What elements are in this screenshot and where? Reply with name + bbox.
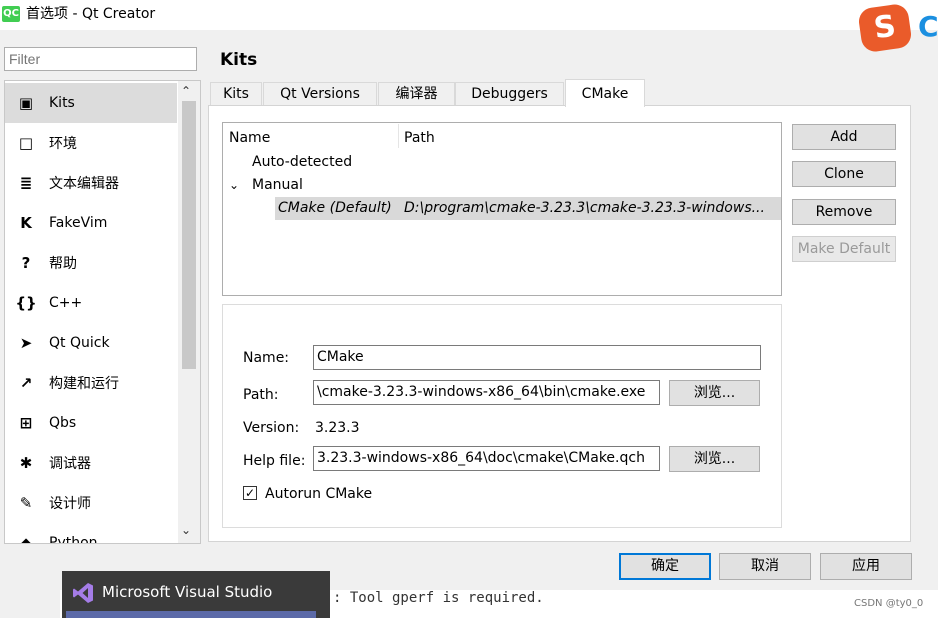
nav-item-python[interactable]: ◆ Python: [5, 523, 177, 544]
group-auto-detected[interactable]: Auto-detected: [252, 152, 352, 172]
qt-quick-icon: ➤: [19, 334, 33, 352]
nav-item-fakevim[interactable]: K FakeVim: [5, 203, 177, 243]
nav-item-label: 帮助: [49, 256, 77, 272]
qt-creator-app-icon: QC: [2, 6, 20, 22]
nav-item-label: 文本编辑器: [49, 176, 119, 192]
preferences-category-list[interactable]: ▣ Kits □ 环境 ≣ 文本编辑器 K FakeVim? 帮助 {} C++ ➤ Qt Quick ↗…: [4, 80, 201, 544]
expand-chevron-icon[interactable]: ⌄: [229, 175, 239, 195]
tool-row-path: D:\program\cmake-3.23.3\cmake-3.23.3-win…: [404, 200, 765, 216]
nav-item-label: Qbs: [49, 415, 77, 431]
nav-item-monitor[interactable]: □ 环境: [5, 123, 177, 163]
add-button[interactable]: Add: [792, 124, 896, 150]
visual-studio-icon: [73, 583, 93, 603]
tab-qt-versions[interactable]: Qt Versions: [263, 82, 377, 106]
fakevim-icon: K: [20, 214, 32, 232]
nav-item-label: 构建和运行: [49, 376, 119, 392]
build-run-icon: ↗: [19, 374, 33, 392]
tab-debuggers[interactable]: Debuggers: [455, 82, 564, 106]
watermark: CSDN @ty0_0: [854, 598, 924, 609]
nav-item-label: 设计师: [49, 496, 91, 512]
column-header-path[interactable]: Path: [404, 128, 435, 148]
path-browse-button[interactable]: 浏览...: [669, 380, 760, 406]
help-file-field[interactable]: 3.23.3-windows-x86_64\doc\cmake\CMake.qc…: [313, 446, 660, 471]
group-manual[interactable]: Manual: [252, 175, 303, 195]
name-field[interactable]: CMake: [313, 345, 761, 370]
make-default-button[interactable]: Make Default: [792, 236, 896, 262]
path-field[interactable]: \cmake-3.23.3-windows-x86_64\bin\cmake.e…: [313, 380, 660, 405]
help-file-browse-button[interactable]: 浏览...: [669, 446, 760, 472]
nav-item-label: Qt Quick: [49, 335, 110, 351]
kits-icon: ▣: [18, 94, 34, 112]
column-header-name[interactable]: Name: [229, 128, 270, 148]
nav-item-label: FakeVim: [49, 215, 108, 231]
cancel-button[interactable]: 取消: [719, 553, 811, 580]
sogou-ime-icon[interactable]: S: [857, 0, 918, 56]
nav-item-qbs[interactable]: ⊞ Qbs: [5, 403, 177, 443]
nav-item-designer[interactable]: ✎ 设计师: [5, 483, 177, 523]
tab-cmake[interactable]: CMake: [565, 79, 645, 107]
sogou-logo: S: [857, 2, 913, 54]
text-editor-icon: ≣: [19, 174, 33, 192]
nav-item-label: Kits: [49, 95, 75, 111]
version-label: Version:: [243, 420, 300, 436]
nav-item-text-editor[interactable]: ≣ 文本编辑器: [5, 163, 177, 203]
filter-input[interactable]: [4, 47, 197, 71]
debugger-icon: ✱: [19, 454, 33, 472]
terminal-output-line: : Tool gperf is required.: [333, 590, 544, 606]
column-divider: [398, 124, 399, 148]
apply-button[interactable]: 应用: [820, 553, 912, 580]
taskbar-preview-title: Microsoft Visual Studio: [102, 583, 273, 601]
cpp-icon: {}: [15, 294, 37, 312]
scroll-up-icon[interactable]: ⌃: [181, 84, 191, 98]
path-label: Path:: [243, 387, 279, 403]
python-icon: ◆: [20, 534, 32, 544]
ok-button[interactable]: 确定: [619, 553, 711, 580]
nav-item-label: 环境: [49, 136, 77, 152]
page-title: Kits: [220, 50, 258, 70]
clone-button[interactable]: Clone: [792, 161, 896, 187]
window-title: 首选项 - Qt Creator: [26, 6, 156, 22]
category-scrollbar-thumb[interactable]: [182, 101, 196, 369]
qbs-icon: ⊞: [19, 414, 33, 432]
help-file-label: Help file:: [243, 453, 306, 469]
remove-button[interactable]: Remove: [792, 199, 896, 225]
sogou-partial-icon: C: [918, 10, 938, 43]
autorun-checkbox[interactable]: ✓: [243, 486, 257, 500]
designer-icon: ✎: [19, 494, 33, 512]
nav-item-label: Python: [49, 535, 98, 544]
nav-item-label: 调试器: [49, 456, 91, 472]
nav-item-qt-quick[interactable]: ➤ Qt Quick: [5, 323, 177, 363]
tool-row-name: CMake (Default): [278, 200, 392, 216]
autorun-label[interactable]: Autorun CMake: [265, 484, 372, 504]
taskbar-preview-thumbnail: [66, 611, 316, 618]
name-label: Name:: [243, 350, 290, 366]
monitor-icon: □: [18, 134, 34, 152]
version-value: 3.23.3: [315, 420, 360, 436]
nav-item-label: C++: [49, 295, 83, 311]
help-icon: ?: [21, 254, 31, 272]
nav-item-help[interactable]: ? 帮助: [5, 243, 177, 283]
tab-kits[interactable]: Kits: [210, 82, 262, 106]
scroll-down-icon[interactable]: ⌄: [181, 523, 191, 537]
nav-item-kits[interactable]: ▣ Kits: [5, 83, 177, 123]
tab-编译器[interactable]: 编译器: [378, 82, 455, 106]
nav-item-cpp[interactable]: {} C++: [5, 283, 177, 323]
nav-item-build-run[interactable]: ↗ 构建和运行: [5, 363, 177, 403]
nav-item-debugger[interactable]: ✱ 调试器: [5, 443, 177, 483]
